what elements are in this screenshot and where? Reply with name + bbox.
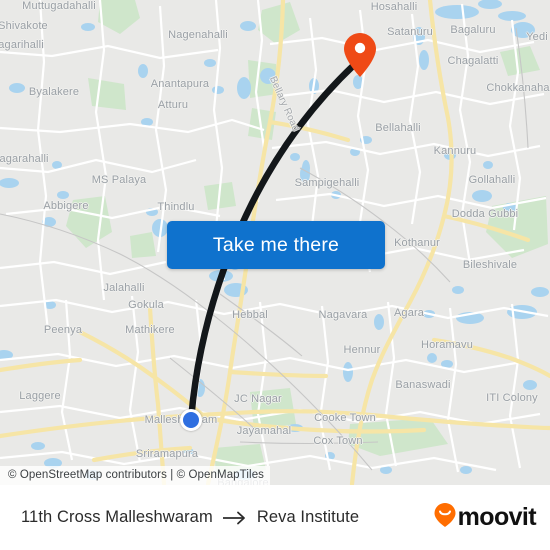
route-summary: 11th Cross Malleshwaram Reva Institute [21,508,433,527]
map-canvas[interactable]: MuttugadahalliShivakoteNagarihalliNagena… [0,0,550,485]
moovit-wordmark: moovit [457,503,537,531]
footer-bar: 11th Cross Malleshwaram Reva Institute m… [0,485,550,550]
take-me-there-button[interactable]: Take me there [167,221,385,269]
origin-dot-marker[interactable] [180,409,202,431]
moovit-logo[interactable]: moovit [433,502,537,533]
moovit-route-preview: MuttugadahalliShivakoteNagarihalliNagena… [0,0,550,550]
moovit-pin-icon [433,502,457,533]
map-attribution[interactable]: © OpenStreetMap contributors | © OpenMap… [0,466,271,485]
arrow-right-icon [222,511,248,525]
route-origin-label: 11th Cross Malleshwaram [21,508,213,526]
map-pin-icon [344,33,376,77]
cta-label: Take me there [212,233,340,256]
route-destination-label: Reva Institute [256,508,360,526]
destination-pin-marker[interactable] [343,32,377,78]
